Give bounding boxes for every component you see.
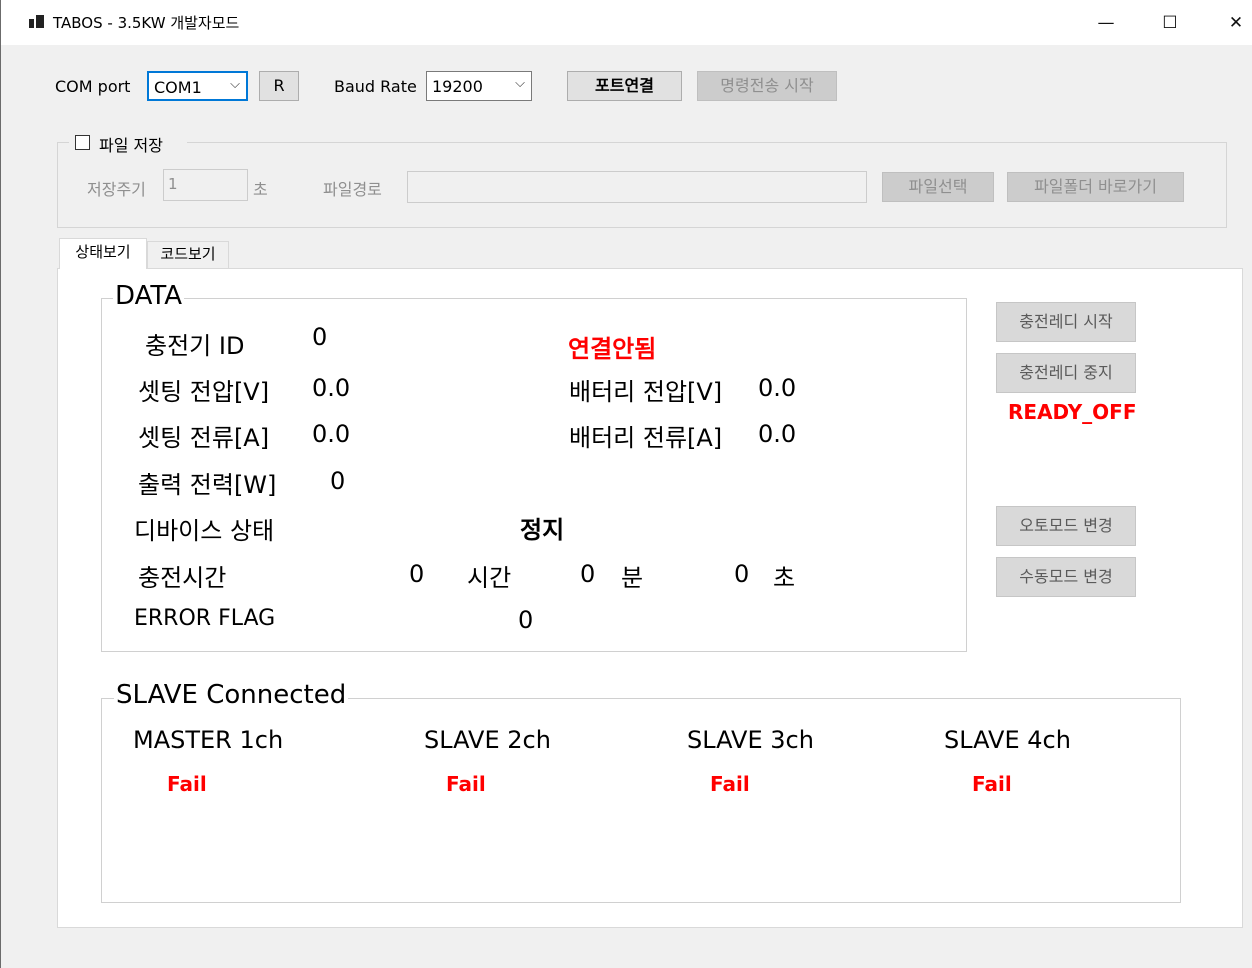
minimize-button[interactable]: — <box>1087 8 1125 38</box>
battery-current-value: 0.0 <box>758 420 797 448</box>
slave-2ch-label: SLAVE 2ch <box>424 726 551 754</box>
open-folder-button[interactable]: 파일폴더 바로가기 <box>1007 172 1184 202</box>
set-current-label: 셋팅 전류[A] <box>138 424 270 452</box>
ready-stop-button[interactable]: 충전레디 중지 <box>996 353 1136 393</box>
ready-status: READY_OFF <box>1008 400 1137 424</box>
maximize-button[interactable]: ☐ <box>1151 8 1189 38</box>
data-group-title: DATA <box>113 281 184 311</box>
auto-mode-button[interactable]: 오토모드 변경 <box>996 506 1136 546</box>
charge-seconds-value: 0 <box>734 560 750 588</box>
charge-minutes-unit: 분 <box>621 564 644 592</box>
app-icon <box>29 15 45 29</box>
command-send-button[interactable]: 명령전송 시작 <box>697 71 837 101</box>
manual-mode-button[interactable]: 수동모드 변경 <box>996 557 1136 597</box>
tab-status-view[interactable]: 상태보기 <box>59 238 147 269</box>
file-select-button[interactable]: 파일선택 <box>882 172 994 202</box>
file-save-label: 파일 저장 <box>99 136 163 155</box>
save-interval-value: 1 <box>168 175 178 193</box>
window-title: TABOS - 3.5KW 개발자모드 <box>53 14 240 32</box>
slave-3ch-label: SLAVE 3ch <box>687 726 814 754</box>
error-flag-value: 0 <box>518 606 534 634</box>
chevron-down-icon: ⌵ <box>515 76 525 91</box>
file-save-header: 파일 저장 <box>69 131 187 155</box>
port-connect-button[interactable]: 포트연결 <box>567 71 682 101</box>
file-save-checkbox[interactable] <box>75 135 90 150</box>
device-status-label: 디바이스 상태 <box>134 517 275 545</box>
file-path-label: 파일경로 <box>323 180 382 199</box>
output-power-value: 0 <box>330 467 346 495</box>
charge-hours-unit: 시간 <box>467 564 512 592</box>
slave-4ch-status: Fail <box>972 772 1012 796</box>
output-power-label: 출력 전력[W] <box>138 471 277 499</box>
charger-id-label: 충전기 ID <box>145 332 245 360</box>
baud-rate-value: 19200 <box>432 77 483 96</box>
battery-voltage-value: 0.0 <box>758 374 797 402</box>
save-interval-unit: 초 <box>253 180 268 199</box>
com-port-select[interactable]: COM1 ⌵ <box>147 71 248 101</box>
connection-status: 연결안됨 <box>568 335 657 363</box>
device-status-value: 정지 <box>520 516 565 544</box>
com-port-label: COM port <box>55 77 131 96</box>
save-interval-input[interactable]: 1 <box>163 169 248 201</box>
chevron-down-icon: ⌵ <box>230 77 240 92</box>
charge-hours-value: 0 <box>409 560 425 588</box>
app-window: TABOS - 3.5KW 개발자모드 — ☐ ✕ COM port COM1 … <box>0 0 1252 968</box>
com-port-value: COM1 <box>154 78 202 97</box>
charge-time-label: 충전시간 <box>138 564 227 592</box>
slave-3ch-status: Fail <box>710 772 750 796</box>
tab-code-view[interactable]: 코드보기 <box>147 241 229 268</box>
battery-voltage-label: 배터리 전압[V] <box>569 378 723 406</box>
charge-seconds-unit: 초 <box>773 564 796 592</box>
slave-4ch-label: SLAVE 4ch <box>944 726 1071 754</box>
ready-start-button[interactable]: 충전레디 시작 <box>996 302 1136 342</box>
refresh-ports-button[interactable]: R <box>259 71 299 101</box>
set-current-value: 0.0 <box>312 420 351 448</box>
set-voltage-label: 셋팅 전압[V] <box>138 378 270 406</box>
baud-rate-label: Baud Rate <box>334 77 417 96</box>
master-1ch-status: Fail <box>167 772 207 796</box>
charger-id-value: 0 <box>312 323 328 351</box>
charge-minutes-value: 0 <box>580 560 596 588</box>
battery-current-label: 배터리 전류[A] <box>569 424 723 452</box>
save-interval-label: 저장주기 <box>87 180 146 199</box>
master-1ch-label: MASTER 1ch <box>133 726 284 754</box>
error-flag-label: ERROR FLAG <box>134 606 276 631</box>
slave-group-title: SLAVE Connected <box>114 680 349 710</box>
close-button[interactable]: ✕ <box>1217 8 1252 38</box>
baud-rate-select[interactable]: 19200 ⌵ <box>426 71 532 101</box>
slave-2ch-status: Fail <box>446 772 486 796</box>
title-bar: TABOS - 3.5KW 개발자모드 — ☐ ✕ <box>1 0 1252 45</box>
file-path-input[interactable] <box>407 171 867 203</box>
set-voltage-value: 0.0 <box>312 374 351 402</box>
